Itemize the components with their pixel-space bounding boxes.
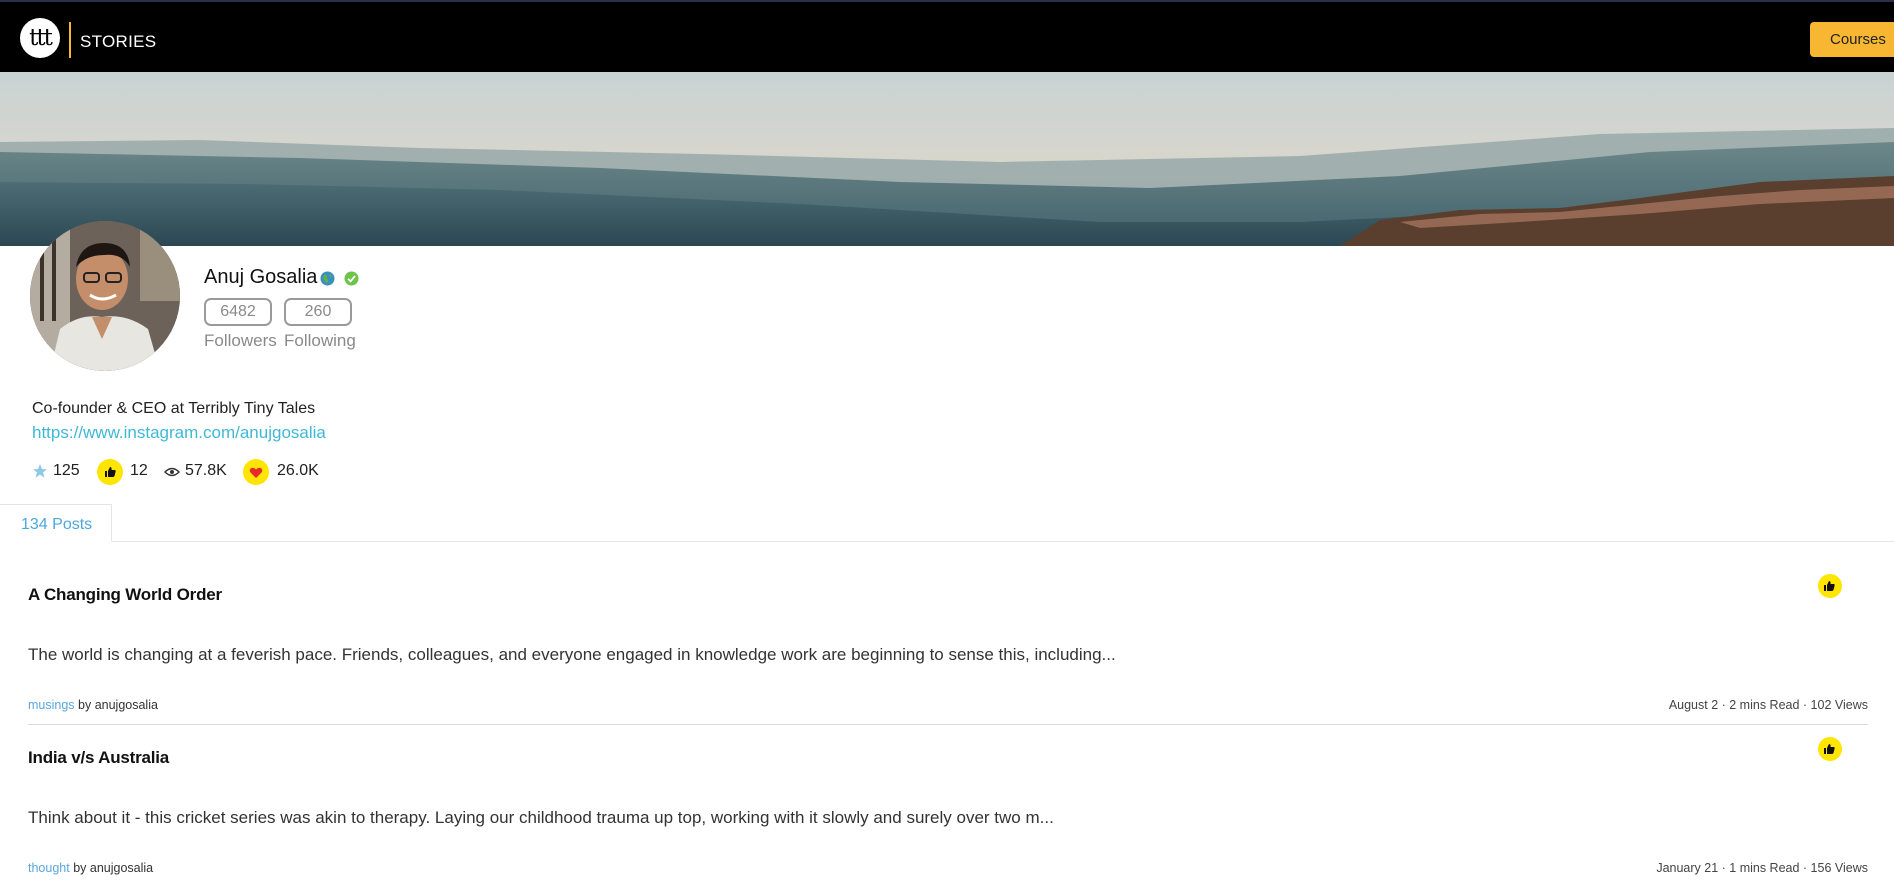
avatar-photo: [30, 221, 180, 371]
post-divider: [28, 724, 1868, 725]
eye-icon: [164, 465, 180, 483]
courses-button[interactable]: Courses: [1810, 22, 1894, 57]
profile-cover-banner: [0, 72, 1894, 246]
verified-badge-icon: [344, 271, 359, 286]
post-meta: thought by anujgosalia: [28, 861, 153, 875]
post-author[interactable]: by anujgosalia: [75, 698, 158, 712]
stars-count: 125: [53, 462, 80, 479]
post-meta: musings by anujgosalia: [28, 698, 158, 712]
post-category-link[interactable]: thought: [28, 861, 70, 875]
tabs-divider: [0, 541, 1894, 542]
post-category-link[interactable]: musings: [28, 698, 75, 712]
profile-bio: Co-founder & CEO at Terribly Tiny Tales: [32, 400, 316, 417]
views-count: 57.8K: [185, 462, 227, 479]
landscape-cover-image: [0, 72, 1894, 246]
star-icon: [32, 463, 48, 484]
post-excerpt[interactable]: The world is changing at a feverish pace…: [28, 645, 1116, 665]
thumbs-up-icon[interactable]: [1818, 737, 1842, 761]
post-title[interactable]: A Changing World Order: [28, 585, 222, 605]
profile-name: Anuj Gosalia: [204, 266, 318, 288]
likes-count: 12: [130, 462, 148, 479]
thumbs-up-icon: [97, 459, 123, 490]
tab-posts[interactable]: 134 Posts: [0, 504, 112, 542]
post-info: January 21 · 1 mins Read · 156 Views: [1656, 861, 1868, 875]
post-excerpt[interactable]: Think about it - this cricket series was…: [28, 808, 1054, 828]
post-title[interactable]: India v/s Australia: [28, 748, 169, 768]
globe-icon: [320, 271, 335, 286]
ttt-logo[interactable]: ttt: [20, 18, 60, 58]
followers-count[interactable]: 6482: [204, 298, 272, 326]
thumbs-up-icon[interactable]: [1818, 574, 1842, 598]
hearts-count: 26.0K: [277, 462, 319, 479]
profile-avatar[interactable]: [30, 221, 180, 371]
followers-label: Followers: [204, 331, 277, 350]
post-author[interactable]: by anujgosalia: [70, 861, 153, 875]
following-count[interactable]: 260: [284, 298, 352, 326]
instagram-link[interactable]: https://www.instagram.com/anujgosalia: [32, 423, 326, 443]
post-info: August 2 · 2 mins Read · 102 Views: [1668, 698, 1868, 712]
logo-divider: [69, 22, 71, 58]
stories-brand-label[interactable]: STORIES: [80, 32, 156, 52]
top-navigation-bar: ttt STORIES Courses: [0, 0, 1894, 72]
heart-icon: [243, 459, 269, 490]
following-label: Following: [284, 331, 356, 350]
